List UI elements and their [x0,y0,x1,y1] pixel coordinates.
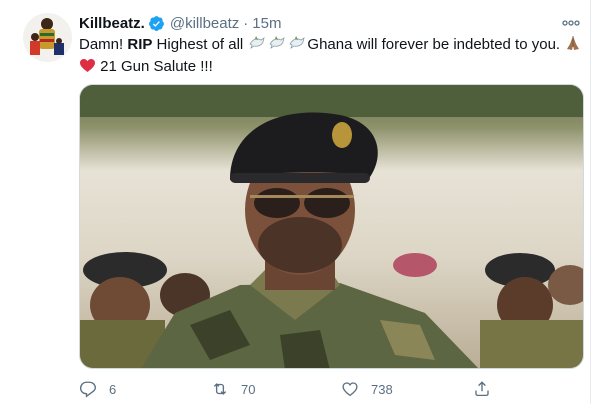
verified-badge-icon [148,15,165,32]
share-button[interactable] [473,380,491,398]
reply-icon [79,381,97,398]
tweet[interactable]: Killbeatz. @killbeatz · 15m Damn! RIP Hi… [0,0,591,404]
separator-dot: · [243,14,249,32]
dove-icon [288,36,306,50]
reply-count: 6 [109,381,117,397]
handle[interactable]: @killbeatz [170,15,239,32]
tweet-text-bold: RIP [127,36,153,53]
heart-icon [342,382,358,397]
like-button[interactable]: 738 [341,380,393,398]
tweet-text-part1: Damn! [79,36,128,53]
avatar-image [23,13,72,62]
tweet-text-part2: Highest of all [152,36,248,53]
share-icon [475,381,489,397]
photo-image [80,85,583,368]
timestamp[interactable]: 15m [252,15,281,32]
dove-icon [248,36,266,50]
tweet-text-part4: 21 Gun Salute !!! [96,58,213,75]
retweet-count: 70 [241,381,256,397]
red-heart-icon [79,58,96,79]
retweet-icon [213,383,227,395]
retweet-button[interactable]: 70 [211,380,255,398]
display-name[interactable]: Killbeatz. [79,15,145,32]
tweet-header: Killbeatz. @killbeatz · 15m [79,12,281,34]
tweet-text-part3: Ghana will forever be indebted to you. [307,36,565,53]
like-count: 738 [371,381,393,397]
tweet-actions: 6 70 738 [79,378,584,402]
dove-icon [268,36,286,50]
more-options-icon[interactable] [560,13,582,33]
reply-button[interactable]: 6 [79,380,116,398]
folded-hands-icon [564,35,582,57]
avatar[interactable] [23,13,72,62]
tweet-text: Damn! RIP Highest of all Ghana will fore… [79,35,584,79]
tweet-photo[interactable] [79,84,584,369]
